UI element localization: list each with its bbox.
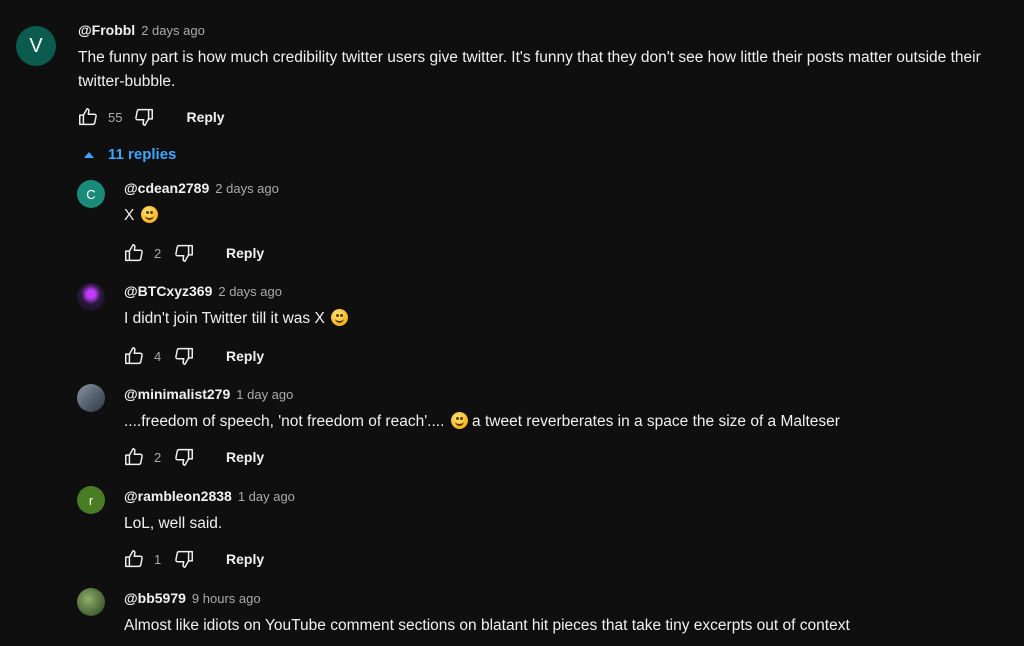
- thumbs-down-icon: [135, 108, 154, 126]
- comment-header: @bb5979 9 hours ago: [124, 590, 261, 606]
- thumbs-up-icon: [125, 448, 143, 466]
- avatar[interactable]: [77, 283, 105, 311]
- comment-thread: V @Frobbl 2 days ago The funny part is h…: [0, 0, 1024, 646]
- thumbs-up-icon: [125, 550, 143, 568]
- reply-comment: @minimalist279 1 day ago ....freedom of …: [0, 382, 1024, 484]
- author-handle[interactable]: @Frobbl: [78, 22, 135, 38]
- avatar-letter: r: [88, 492, 94, 508]
- comment-header: @Frobbl 2 days ago: [78, 22, 205, 38]
- avatar-letter: C: [86, 186, 96, 202]
- thumbs-up-icon: [125, 244, 143, 262]
- comment-header: @BTCxyz369 2 days ago: [124, 283, 282, 299]
- avatar[interactable]: V: [16, 26, 56, 66]
- reply-button[interactable]: Reply: [186, 109, 224, 125]
- thumbs-down-icon: [175, 347, 193, 365]
- comment-body: I didn't join Twitter till it was X: [124, 307, 1004, 331]
- comment-actions: 2 Reply: [122, 241, 264, 265]
- comment-body: ....freedom of speech, 'not freedom of r…: [124, 410, 1014, 434]
- replies-toggle[interactable]: 11 replies: [84, 146, 176, 163]
- comment-body: X: [124, 204, 1004, 228]
- comment-actions: 1 Reply: [122, 547, 264, 571]
- like-button[interactable]: [122, 445, 146, 469]
- comment-header: @cdean2789 2 days ago: [124, 180, 279, 196]
- winking-emoji: [450, 412, 468, 429]
- thumbs-down-icon: [175, 448, 193, 466]
- like-count: 4: [154, 348, 162, 364]
- comment-text: Almost like idiots on YouTube comment se…: [124, 617, 850, 634]
- dislike-button[interactable]: [172, 344, 196, 368]
- comment-timestamp[interactable]: 2 days ago: [218, 284, 282, 299]
- comment-text: I didn't join Twitter till it was X: [124, 310, 325, 327]
- comment-text: ....freedom of speech, 'not freedom of r…: [124, 413, 445, 430]
- comment-timestamp[interactable]: 1 day ago: [238, 489, 295, 504]
- dislike-button[interactable]: [172, 445, 196, 469]
- reply-button[interactable]: Reply: [226, 348, 264, 364]
- author-handle[interactable]: @BTCxyz369: [124, 283, 212, 299]
- thumbs-up-icon: [125, 347, 143, 365]
- like-button[interactable]: [122, 344, 146, 368]
- comment-timestamp[interactable]: 1 day ago: [236, 387, 293, 402]
- comment-timestamp[interactable]: 2 days ago: [141, 23, 205, 38]
- reply-button[interactable]: Reply: [226, 449, 264, 465]
- dislike-button[interactable]: [172, 241, 196, 265]
- comment-actions: 55 Reply: [76, 105, 225, 129]
- comment-text: X: [124, 207, 135, 224]
- avatar[interactable]: [77, 384, 105, 412]
- comment-timestamp[interactable]: 9 hours ago: [192, 591, 261, 606]
- thumbs-up-icon: [79, 108, 97, 126]
- like-count: 2: [154, 449, 162, 465]
- like-count: 2: [154, 245, 162, 261]
- avatar[interactable]: r: [77, 486, 105, 514]
- smiling-emoji: [331, 309, 349, 326]
- comment-timestamp[interactable]: 2 days ago: [215, 181, 279, 196]
- author-handle[interactable]: @bb5979: [124, 590, 186, 606]
- comment-header: @minimalist279 1 day ago: [124, 386, 293, 402]
- reply-comment: C @cdean2789 2 days ago X 2 Reply: [0, 176, 1024, 278]
- comment-text: LoL, well said.: [124, 515, 223, 532]
- like-count: 55: [108, 109, 123, 125]
- author-handle[interactable]: @minimalist279: [124, 386, 230, 402]
- reply-button[interactable]: Reply: [226, 551, 264, 567]
- comment-header: @rambleon2838 1 day ago: [124, 488, 295, 504]
- comment-text-continued: a tweet reverberates in a space the size…: [472, 413, 840, 430]
- comment-actions: 2 Reply: [122, 445, 264, 469]
- like-button[interactable]: [122, 547, 146, 571]
- dislike-button[interactable]: [132, 105, 156, 129]
- reply-comment: @BTCxyz369 2 days ago I didn't join Twit…: [0, 279, 1024, 381]
- like-button[interactable]: [122, 241, 146, 265]
- like-button[interactable]: [76, 105, 100, 129]
- thumbs-down-icon: [175, 550, 193, 568]
- laughing-tears-emoji: [140, 206, 158, 223]
- dislike-button[interactable]: [172, 547, 196, 571]
- chevron-up-icon: [84, 151, 94, 158]
- avatar[interactable]: C: [77, 180, 105, 208]
- comment-actions: 4 Reply: [122, 344, 264, 368]
- reply-comment: @bb5979 9 hours ago Almost like idiots o…: [0, 586, 1024, 646]
- replies-toggle-label: 11 replies: [108, 146, 177, 163]
- author-handle[interactable]: @cdean2789: [124, 180, 209, 196]
- reply-comment: r @rambleon2838 1 day ago LoL, well said…: [0, 484, 1024, 586]
- avatar[interactable]: [77, 588, 105, 616]
- like-count: 1: [154, 551, 162, 567]
- comment-text: The funny part is how much credibility t…: [78, 49, 981, 90]
- author-handle[interactable]: @rambleon2838: [124, 488, 232, 504]
- avatar-letter: V: [29, 34, 43, 57]
- reply-button[interactable]: Reply: [226, 245, 264, 261]
- thumbs-down-icon: [175, 244, 193, 262]
